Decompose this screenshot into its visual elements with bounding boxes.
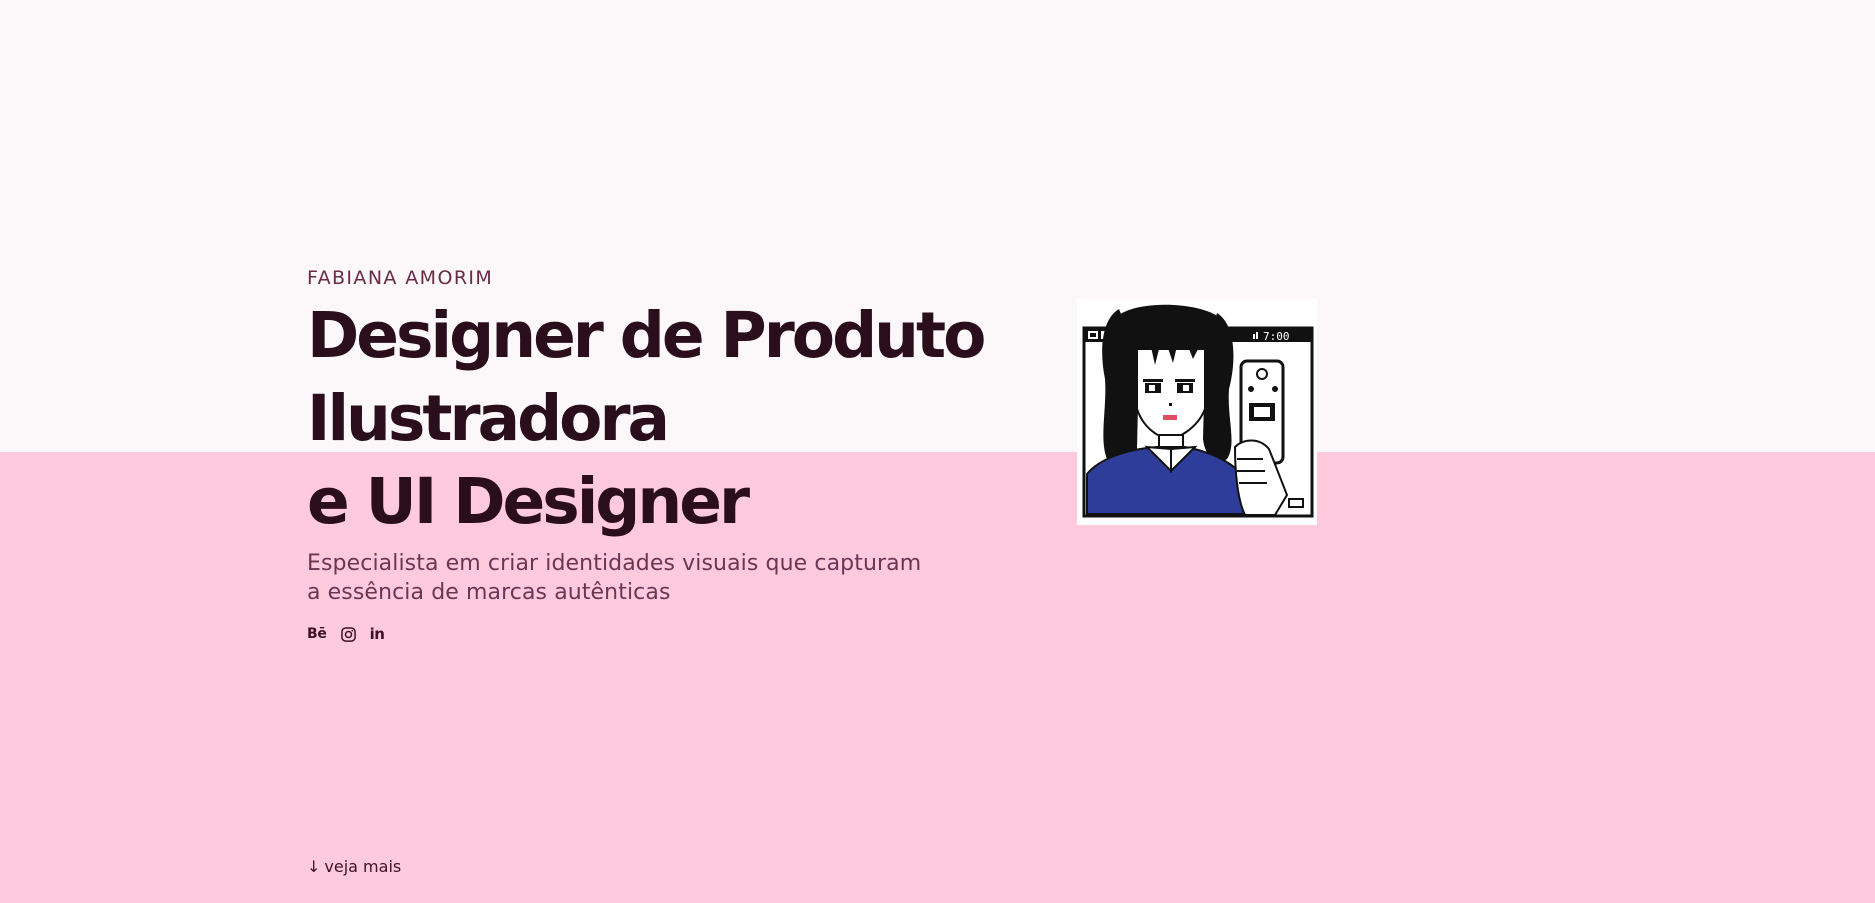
phone-clock: 7:00 [1263, 330, 1290, 343]
subtitle-line-1: Especialista em criar identidades visuai… [307, 551, 922, 576]
hero-subtitle: Especialista em criar identidades visuai… [307, 549, 947, 607]
social-links: Bē in [307, 624, 947, 644]
selfie-illustration: 7:00 [1082, 304, 1314, 518]
pixel-art-portrait: 7:00 [1077, 299, 1317, 525]
instagram-icon [340, 626, 356, 642]
designer-name: FABIANA AMORIM [307, 267, 494, 289]
hero-headline: Designer de Produto Ilustradora e UI Des… [307, 294, 986, 543]
hero-section: FABIANA AMORIM Designer de Produto Ilust… [307, 266, 986, 644]
arrow-down-icon: ↓ [307, 857, 321, 876]
linkedin-icon: in [369, 625, 385, 643]
scroll-down-link[interactable]: ↓ veja mais [307, 857, 401, 876]
linkedin-link[interactable]: in [370, 626, 385, 642]
instagram-link[interactable] [340, 626, 356, 642]
headline-line-1: Designer de Produto [307, 299, 986, 372]
headline-line-3: e UI Designer [307, 465, 750, 538]
subtitle-line-2: a essência de marcas autênticas [307, 580, 671, 605]
scroll-hint-label: veja mais [324, 857, 402, 876]
behance-link[interactable]: Bē [307, 626, 327, 642]
headline-line-2: Ilustradora [307, 382, 670, 455]
behance-icon: Bē [307, 626, 327, 642]
